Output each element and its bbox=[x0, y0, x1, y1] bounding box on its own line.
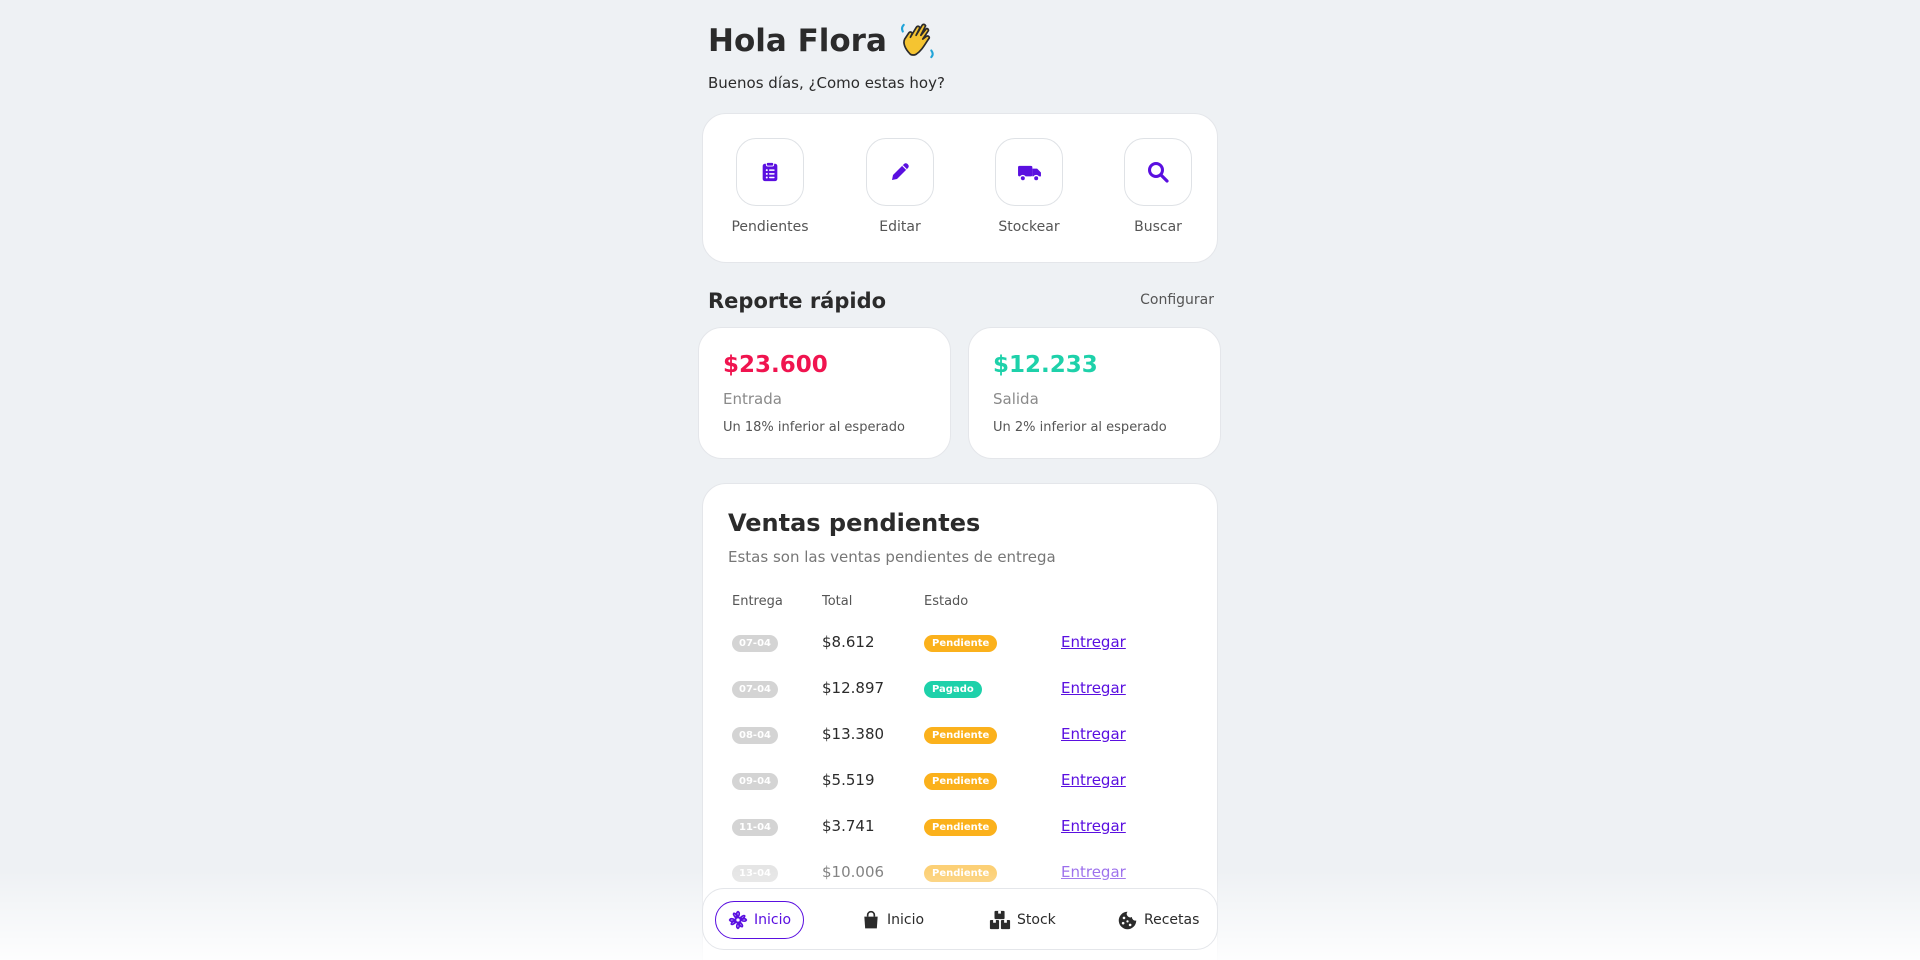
pencil-icon bbox=[892, 163, 909, 180]
action-label: Pendientes bbox=[731, 219, 809, 235]
nav-label: Recetas bbox=[1144, 912, 1200, 928]
report-label: Entrada bbox=[723, 390, 782, 408]
date-badge: 07-04 bbox=[732, 681, 778, 698]
deliver-link[interactable]: Entregar bbox=[1061, 631, 1126, 653]
flower-icon bbox=[728, 910, 748, 930]
date-badge: 11-04 bbox=[732, 819, 778, 836]
table-header: Entrega Total Estado bbox=[728, 594, 1188, 624]
quick-actions-card: Pendientes Editar Stockear Buscar bbox=[702, 113, 1218, 263]
row-total: $3.741 bbox=[822, 817, 875, 835]
nav-item-stock[interactable]: Stock bbox=[977, 901, 1068, 939]
date-badge: 09-04 bbox=[732, 773, 778, 790]
row-total: $12.897 bbox=[822, 679, 885, 697]
status-badge: Pendiente bbox=[924, 635, 998, 652]
status-badge: Pagado bbox=[924, 681, 982, 698]
table-row: 07-04 $12.897 Pagado Entregar bbox=[728, 670, 1188, 716]
action-label: Stockear bbox=[998, 219, 1060, 235]
configure-link[interactable]: Configurar bbox=[1140, 292, 1214, 308]
action-editar[interactable]: Editar bbox=[845, 138, 955, 235]
row-total: $8.612 bbox=[822, 633, 875, 651]
report-title: Reporte rápido bbox=[708, 289, 887, 313]
report-note: Un 18% inferior al esperado bbox=[723, 420, 905, 435]
shopping-bag-icon bbox=[864, 910, 878, 929]
sales-title: Ventas pendientes bbox=[728, 509, 981, 537]
report-amount: $23.600 bbox=[723, 352, 828, 378]
boxes-icon bbox=[989, 910, 1011, 930]
sales-subtitle: Estas son las ventas pendientes de entre… bbox=[728, 548, 1056, 566]
nav-label: Stock bbox=[1017, 912, 1056, 928]
row-total: $13.380 bbox=[822, 725, 885, 743]
column-header-entrega: Entrega bbox=[732, 594, 783, 609]
bottom-nav: Inicio Inicio Stock Recetas bbox=[702, 888, 1218, 950]
deliver-link[interactable]: Entregar bbox=[1061, 815, 1126, 837]
action-label: Buscar bbox=[1134, 219, 1182, 235]
row-total: $5.519 bbox=[822, 771, 875, 789]
waving-hand-icon bbox=[899, 22, 937, 60]
deliver-link[interactable]: Entregar bbox=[1061, 723, 1126, 745]
report-card-entrada: $23.600 Entrada Un 18% inferior al esper… bbox=[698, 327, 951, 459]
deliver-link[interactable]: Entregar bbox=[1061, 677, 1126, 699]
action-buscar[interactable]: Buscar bbox=[1103, 138, 1213, 235]
nav-label: Inicio bbox=[887, 912, 925, 928]
column-header-estado: Estado bbox=[924, 594, 969, 609]
report-label: Salida bbox=[993, 390, 1039, 408]
nav-item-inicio[interactable]: Inicio bbox=[849, 901, 936, 939]
table-row: 08-04 $13.380 Pendiente Entregar bbox=[728, 716, 1188, 762]
table-row: 09-04 $5.519 Pendiente Entregar bbox=[728, 762, 1188, 808]
greeting-text: Hola Flora bbox=[708, 23, 887, 59]
truck-icon bbox=[1017, 165, 1041, 182]
search-icon bbox=[1148, 162, 1169, 183]
status-badge: Pendiente bbox=[924, 727, 998, 744]
date-badge: 08-04 bbox=[732, 727, 778, 744]
app-container: Hola Flora Buenos días, ¿Como estas hoy? bbox=[698, 0, 1221, 960]
nav-item-recetas[interactable]: Recetas bbox=[1105, 901, 1211, 939]
report-card-salida: $12.233 Salida Un 2% inferior al esperad… bbox=[968, 327, 1221, 459]
clipboard-list-icon bbox=[762, 161, 778, 182]
action-label: Editar bbox=[879, 219, 921, 235]
report-note: Un 2% inferior al esperado bbox=[993, 420, 1167, 435]
action-pendientes[interactable]: Pendientes bbox=[715, 138, 825, 235]
table-row: 07-04 $8.612 Pendiente Entregar bbox=[728, 624, 1188, 670]
buscar-button[interactable] bbox=[1124, 138, 1192, 206]
table-row: 11-04 $3.741 Pendiente Entregar bbox=[728, 808, 1188, 854]
greeting-title: Hola Flora bbox=[708, 22, 937, 60]
status-badge: Pendiente bbox=[924, 819, 998, 836]
report-amount: $12.233 bbox=[993, 352, 1098, 378]
action-stockear[interactable]: Stockear bbox=[974, 138, 1084, 235]
nav-item-inicio-active[interactable]: Inicio bbox=[715, 901, 805, 939]
date-badge: 07-04 bbox=[732, 635, 778, 652]
column-header-total: Total bbox=[822, 594, 853, 609]
nav-label: Inicio bbox=[754, 912, 792, 928]
sales-table: Entrega Total Estado 07-04 $8.612 Pendie… bbox=[728, 594, 1188, 900]
deliver-link[interactable]: Entregar bbox=[1061, 769, 1126, 791]
greeting-subtitle: Buenos días, ¿Como estas hoy? bbox=[708, 74, 945, 92]
cookie-icon bbox=[1118, 911, 1137, 929]
status-badge: Pendiente bbox=[924, 773, 998, 790]
pendientes-button[interactable] bbox=[736, 138, 804, 206]
editar-button[interactable] bbox=[866, 138, 934, 206]
stockear-button[interactable] bbox=[995, 138, 1063, 206]
